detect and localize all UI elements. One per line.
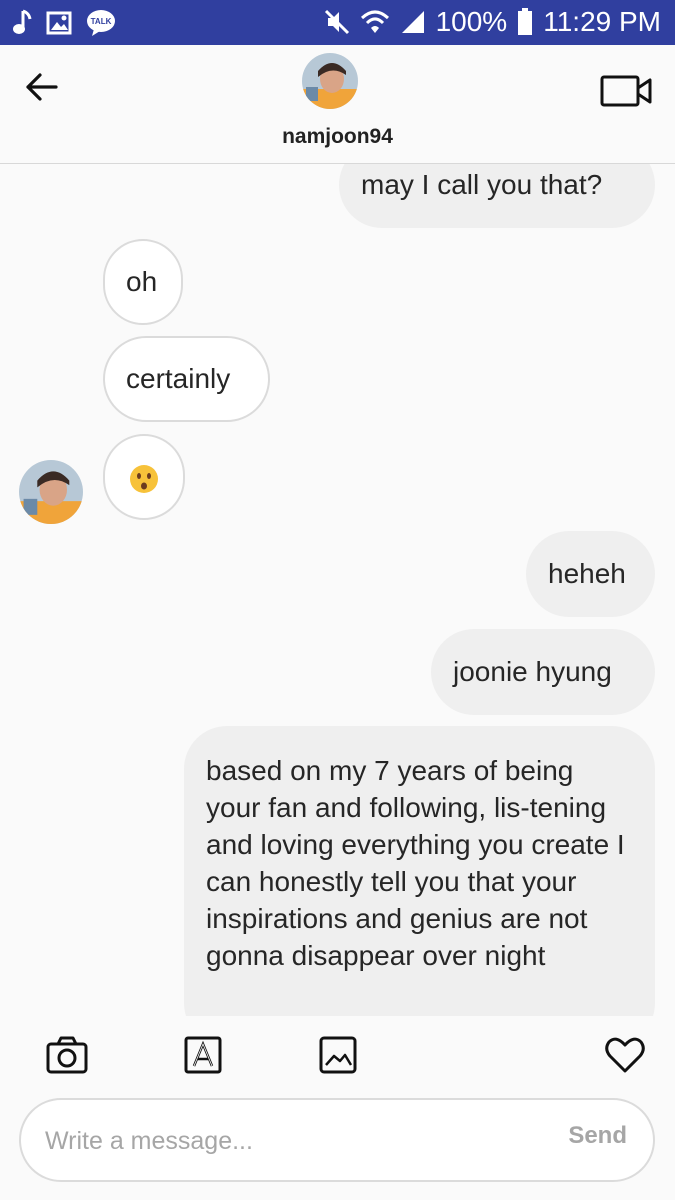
status-left-icons: TALK	[12, 8, 116, 38]
message-text: joonie hyung	[453, 656, 612, 687]
send-button[interactable]: Send	[568, 1122, 627, 1150]
music-note-icon	[13, 9, 32, 34]
upside-down-face-emoji	[130, 464, 158, 493]
text-style-icon[interactable]	[184, 1036, 222, 1074]
chat-header: namjoon94	[0, 45, 675, 164]
battery-icon	[518, 8, 533, 35]
chat-username[interactable]: namjoon94	[0, 125, 675, 149]
message-thread[interactable]: may I call you that? oh certainly 🙃 hehe…	[0, 164, 675, 1016]
message-bubble-sent: joonie hyung	[431, 629, 655, 715]
gallery-icon[interactable]	[319, 1036, 357, 1074]
back-arrow-icon[interactable]	[22, 67, 62, 107]
mute-icon	[324, 9, 349, 35]
message-text: heheh	[548, 558, 626, 589]
message-composer: Send	[19, 1098, 655, 1182]
message-text: oh	[126, 266, 158, 297]
signal-icon	[401, 11, 424, 33]
svg-text:TALK: TALK	[91, 17, 112, 26]
message-text: certainly	[126, 363, 231, 394]
message-bubble-received: oh	[103, 239, 183, 325]
sender-avatar[interactable]	[19, 460, 83, 524]
message-input[interactable]	[43, 1120, 517, 1162]
kakaotalk-icon: TALK	[87, 10, 115, 36]
composer-toolbar	[0, 1016, 675, 1096]
message-bubble-sent: may I call you that?	[339, 164, 655, 228]
message-bubble-received: certainly	[103, 336, 270, 422]
message-bubble-sent: heheh	[526, 531, 655, 617]
gallery-icon	[46, 11, 72, 35]
status-right-icons: 100% 11:29 PM	[324, 6, 661, 38]
message-text: may I call you that?	[361, 169, 603, 200]
status-time: 11:29 PM	[543, 6, 661, 37]
battery-percentage: 100%	[435, 6, 508, 37]
message-bubble-sent: based on my 7 years of being your fan an…	[184, 726, 655, 1016]
profile-avatar[interactable]	[302, 53, 358, 109]
video-call-icon[interactable]	[600, 73, 652, 109]
wifi-icon	[360, 10, 389, 33]
heart-icon[interactable]	[604, 1036, 646, 1074]
camera-icon[interactable]	[46, 1036, 88, 1074]
message-text: based on my 7 years of being your fan an…	[206, 755, 625, 971]
message-bubble-received: 🙃	[103, 434, 185, 520]
status-bar: TALK 100% 11:29 PM	[0, 0, 675, 45]
